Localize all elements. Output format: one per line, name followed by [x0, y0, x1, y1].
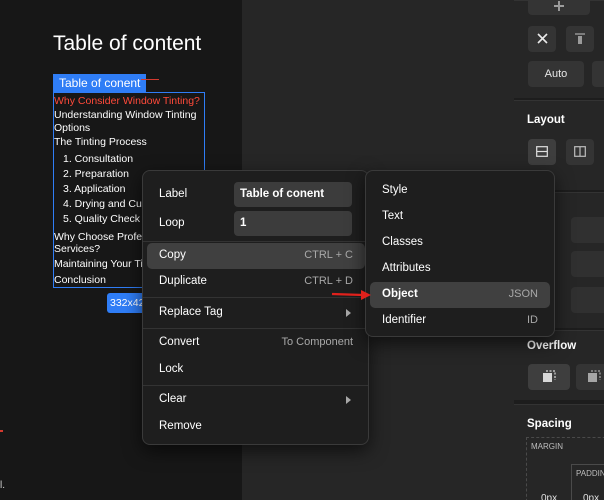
remove-label: Remove [159, 420, 202, 432]
layout-heading: Layout [527, 114, 565, 126]
prop-field-2[interactable] [571, 251, 604, 277]
attributes-label: Attributes [382, 262, 431, 274]
identifier-hint: ID [527, 314, 538, 326]
replace-tag-label: Replace Tag [159, 306, 223, 318]
object-label: Object [382, 288, 418, 300]
text-label: Text [382, 210, 404, 222]
identifier-label: Identifier [382, 314, 427, 326]
submenu-identifier-item[interactable]: Identifier ID [370, 308, 550, 334]
canvas-corner-text: l. [0, 480, 5, 491]
toc-item-conclusion[interactable]: Conclusion [54, 274, 106, 287]
copy-menu-item[interactable]: Copy CTRL + C [147, 243, 365, 269]
context-menu: Label Loop Copy CTRL + C Duplicate CTRL … [142, 170, 369, 445]
align-center-button[interactable] [528, 0, 590, 15]
label-input[interactable] [234, 182, 352, 207]
copy-label: Copy [159, 249, 186, 261]
padding-label: PADDING [576, 469, 604, 478]
page-title: Table of content [53, 32, 202, 55]
submenu-object-item[interactable]: Object JSON [370, 282, 550, 308]
clear-button[interactable] [528, 26, 556, 52]
toc-item-tinting-process[interactable]: The Tinting Process [54, 136, 147, 149]
toc-subitem-quality-check[interactable]: 5. Quality Check [63, 213, 140, 226]
prop-field-1[interactable] [571, 217, 604, 243]
label-field-label: Label [159, 188, 188, 200]
annotation-arrow-icon [331, 290, 371, 300]
panel-section-top: Auto [514, 0, 604, 98]
toc-item-maintaining[interactable]: Maintaining Your Tin [54, 258, 149, 271]
clear-label: Clear [159, 393, 187, 405]
toc-subitem-preparation[interactable]: 2. Preparation [63, 168, 129, 181]
menu-divider [143, 241, 368, 242]
layout-block-button[interactable] [528, 139, 556, 165]
overflow-hidden-button[interactable] [576, 364, 604, 390]
style-label: Style [382, 184, 408, 196]
classes-label: Classes [382, 236, 423, 248]
toc-subitem-consultation[interactable]: 1. Consultation [63, 153, 133, 166]
duplicate-label: Duplicate [159, 275, 207, 287]
selection-tag-connector [141, 79, 159, 80]
replace-tag-menu-item[interactable]: Replace Tag [147, 300, 365, 326]
menu-divider [143, 385, 368, 386]
toc-item-understanding[interactable]: Understanding Window Tinting Options [54, 109, 202, 135]
menu-divider [143, 328, 368, 329]
chevron-right-icon [346, 396, 351, 404]
submenu-attributes-item[interactable]: Attributes [370, 256, 550, 282]
remove-menu-item[interactable]: Remove [147, 414, 365, 440]
loop-field-label: Loop [159, 217, 185, 229]
margin-left-value[interactable]: 0px [541, 493, 557, 500]
convert-label: Convert [159, 336, 200, 348]
padding-left-value[interactable]: 0px [583, 493, 599, 500]
submenu-classes-item[interactable]: Classes [370, 230, 550, 256]
align-top-button[interactable] [566, 26, 594, 52]
submenu-text-item[interactable]: Text [370, 204, 550, 230]
toc-subitem-drying[interactable]: 4. Drying and Cur [63, 198, 145, 211]
toc-item-why-choose-cont[interactable]: Services? [54, 243, 100, 256]
margin-label: MARGIN [531, 442, 563, 451]
object-hint: JSON [508, 288, 538, 300]
panel-section-spacing: Spacing MARGIN PADDING 0px 0px [514, 404, 604, 500]
selection-tag[interactable]: Table of conent [53, 74, 147, 92]
canvas-guide-mark [0, 430, 3, 432]
layout-rows-icon [536, 146, 548, 157]
margin-box[interactable]: MARGIN PADDING 0px 0px [526, 437, 604, 500]
overflow-heading: Overflow [527, 340, 577, 352]
submenu-style-item[interactable]: Style [370, 178, 550, 204]
spacing-heading: Spacing [527, 418, 572, 430]
duplicate-shortcut: CTRL + D [304, 275, 353, 287]
align-top-icon [575, 33, 585, 44]
lock-menu-item[interactable]: Lock [147, 357, 365, 383]
copy-shortcut: CTRL + C [304, 249, 353, 261]
align-center-icon [554, 1, 564, 11]
loop-input[interactable] [234, 211, 352, 236]
prop-field-3[interactable] [571, 287, 604, 313]
lock-label: Lock [159, 363, 184, 375]
chevron-right-icon [346, 309, 351, 317]
toc-item-why-consider[interactable]: Why Consider Window Tinting? [54, 95, 200, 108]
overflow-hidden-icon [588, 370, 601, 382]
close-icon [536, 33, 548, 44]
panel-button-partial[interactable] [592, 61, 604, 87]
layout-columns-icon [574, 146, 586, 157]
clear-menu-item[interactable]: Clear [147, 387, 365, 413]
panel-section-overflow: Overflow [514, 330, 604, 400]
convert-hint: To Component [281, 336, 353, 348]
overflow-visible-button[interactable] [528, 364, 570, 390]
copy-submenu: Style Text Classes Attributes Object JSO… [365, 170, 555, 337]
layout-columns-button[interactable] [566, 139, 594, 165]
auto-button[interactable]: Auto [528, 61, 584, 87]
overflow-visible-icon [543, 370, 556, 382]
convert-menu-item[interactable]: Convert To Component [147, 330, 365, 356]
size-badge: 332x42 [107, 293, 145, 313]
toc-subitem-application[interactable]: 3. Application [63, 183, 125, 196]
